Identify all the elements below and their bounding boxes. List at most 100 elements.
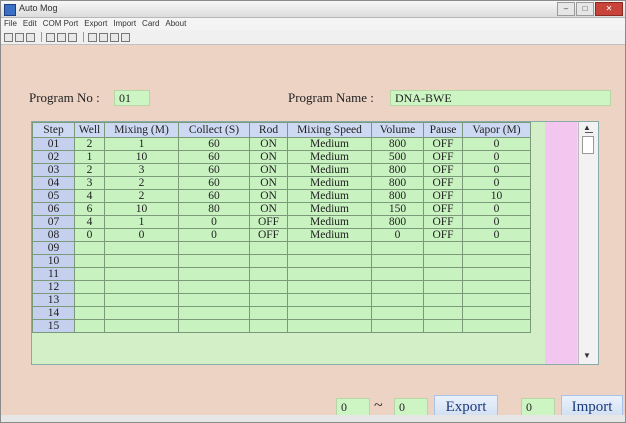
table-cell[interactable]: 10 xyxy=(104,150,179,164)
table-cell[interactable] xyxy=(249,254,288,268)
column-header-pause[interactable]: Pause xyxy=(423,122,463,138)
menu-file[interactable]: File xyxy=(1,18,20,30)
table-cell[interactable]: 60 xyxy=(178,150,250,164)
table-cell[interactable] xyxy=(287,254,372,268)
table-cell[interactable]: ON xyxy=(249,176,288,190)
step-number-cell[interactable]: 10 xyxy=(32,254,75,268)
table-cell[interactable]: ON xyxy=(249,202,288,216)
table-cell[interactable] xyxy=(287,267,372,281)
insert-row-icon[interactable] xyxy=(110,32,119,42)
table-cell[interactable] xyxy=(104,267,179,281)
table-cell[interactable]: 10 xyxy=(462,189,531,203)
move-down-icon[interactable] xyxy=(99,32,108,42)
table-cell[interactable] xyxy=(104,254,179,268)
table-cell[interactable]: 4 xyxy=(74,215,105,229)
table-cell[interactable] xyxy=(462,254,531,268)
table-cell[interactable] xyxy=(462,306,531,320)
table-row[interactable]: 04 3 2 60 ON Medium 800 OFF 0 xyxy=(32,176,531,190)
table-cell[interactable]: 0 xyxy=(462,163,531,177)
table-row[interactable]: 05 4 2 60 ON Medium 800 OFF 10 xyxy=(32,189,531,203)
delete-row-icon[interactable] xyxy=(121,32,130,42)
table-row[interactable]: 08 0 0 0 OFF Medium 0 OFF 0 xyxy=(32,228,531,242)
scroll-down-icon[interactable]: ▼ xyxy=(583,351,591,360)
table-cell[interactable] xyxy=(104,293,179,307)
table-cell[interactable]: OFF xyxy=(423,189,463,203)
table-row[interactable]: 06 6 10 80 ON Medium 150 OFF 0 xyxy=(32,202,531,216)
table-cell[interactable]: 2 xyxy=(74,163,105,177)
new-icon[interactable] xyxy=(4,32,13,42)
table-cell[interactable]: 60 xyxy=(178,137,250,151)
minimize-button[interactable]: – xyxy=(557,2,575,16)
table-cell[interactable] xyxy=(104,241,179,255)
table-cell[interactable] xyxy=(423,267,463,281)
menu-about[interactable]: About xyxy=(162,18,189,30)
step-number-cell[interactable]: 04 xyxy=(32,176,75,190)
step-number-cell[interactable]: 11 xyxy=(32,267,75,281)
table-cell[interactable] xyxy=(104,306,179,320)
table-cell[interactable]: 1 xyxy=(104,215,179,229)
table-cell[interactable] xyxy=(249,319,288,333)
table-cell[interactable] xyxy=(371,306,424,320)
program-name-field[interactable]: DNA-BWE xyxy=(390,90,611,106)
table-cell[interactable]: 6 xyxy=(74,202,105,216)
table-cell[interactable] xyxy=(74,241,105,255)
column-header-volume[interactable]: Volume xyxy=(371,122,424,138)
table-cell[interactable] xyxy=(104,319,179,333)
table-cell[interactable]: Medium xyxy=(287,202,372,216)
table-cell[interactable]: 60 xyxy=(178,163,250,177)
table-cell[interactable] xyxy=(423,241,463,255)
table-cell[interactable] xyxy=(249,280,288,294)
save-icon[interactable] xyxy=(26,32,35,42)
export-to-field[interactable]: 0 xyxy=(394,398,428,416)
table-cell[interactable] xyxy=(371,241,424,255)
menu-export[interactable]: Export xyxy=(81,18,110,30)
table-cell[interactable] xyxy=(423,293,463,307)
table-row[interactable]: 13 xyxy=(32,293,531,307)
table-row[interactable]: 03 2 3 60 ON Medium 800 OFF 0 xyxy=(32,163,531,177)
table-cell[interactable]: 0 xyxy=(178,215,250,229)
table-cell[interactable]: 0 xyxy=(462,228,531,242)
table-cell[interactable] xyxy=(74,319,105,333)
column-header-step[interactable]: Step xyxy=(32,122,75,138)
table-cell[interactable] xyxy=(371,254,424,268)
copy-icon[interactable] xyxy=(57,32,66,42)
move-up-icon[interactable] xyxy=(88,32,97,42)
table-cell[interactable] xyxy=(287,306,372,320)
table-cell[interactable] xyxy=(178,293,250,307)
table-cell[interactable] xyxy=(423,254,463,268)
table-cell[interactable]: 3 xyxy=(104,163,179,177)
table-cell[interactable] xyxy=(104,280,179,294)
step-number-cell[interactable]: 03 xyxy=(32,163,75,177)
table-cell[interactable]: 500 xyxy=(371,150,424,164)
table-cell[interactable] xyxy=(249,293,288,307)
table-row[interactable]: 10 xyxy=(32,254,531,268)
table-cell[interactable]: 4 xyxy=(74,189,105,203)
table-row[interactable]: 09 xyxy=(32,241,531,255)
table-cell[interactable] xyxy=(178,280,250,294)
table-cell[interactable]: Medium xyxy=(287,228,372,242)
table-cell[interactable]: 3 xyxy=(74,176,105,190)
table-cell[interactable]: 60 xyxy=(178,189,250,203)
table-cell[interactable]: ON xyxy=(249,150,288,164)
table-cell[interactable] xyxy=(178,306,250,320)
table-cell[interactable]: 800 xyxy=(371,189,424,203)
export-from-field[interactable]: 0 xyxy=(336,398,370,416)
table-cell[interactable] xyxy=(462,280,531,294)
table-cell[interactable]: 80 xyxy=(178,202,250,216)
table-cell[interactable]: 0 xyxy=(104,228,179,242)
table-cell[interactable]: 800 xyxy=(371,137,424,151)
table-row[interactable]: 02 1 10 60 ON Medium 500 OFF 0 xyxy=(32,150,531,164)
table-cell[interactable]: 60 xyxy=(178,176,250,190)
table-cell[interactable] xyxy=(371,319,424,333)
table-cell[interactable] xyxy=(249,267,288,281)
step-number-cell[interactable]: 05 xyxy=(32,189,75,203)
table-cell[interactable]: OFF xyxy=(423,228,463,242)
table-cell[interactable]: Medium xyxy=(287,137,372,151)
table-row[interactable]: 07 4 1 0 OFF Medium 800 OFF 0 xyxy=(32,215,531,229)
step-number-cell[interactable]: 07 xyxy=(32,215,75,229)
table-cell[interactable] xyxy=(423,306,463,320)
table-cell[interactable] xyxy=(462,293,531,307)
scroll-thumb[interactable] xyxy=(582,136,594,154)
table-cell[interactable]: OFF xyxy=(249,215,288,229)
maximize-button[interactable]: □ xyxy=(576,2,594,16)
